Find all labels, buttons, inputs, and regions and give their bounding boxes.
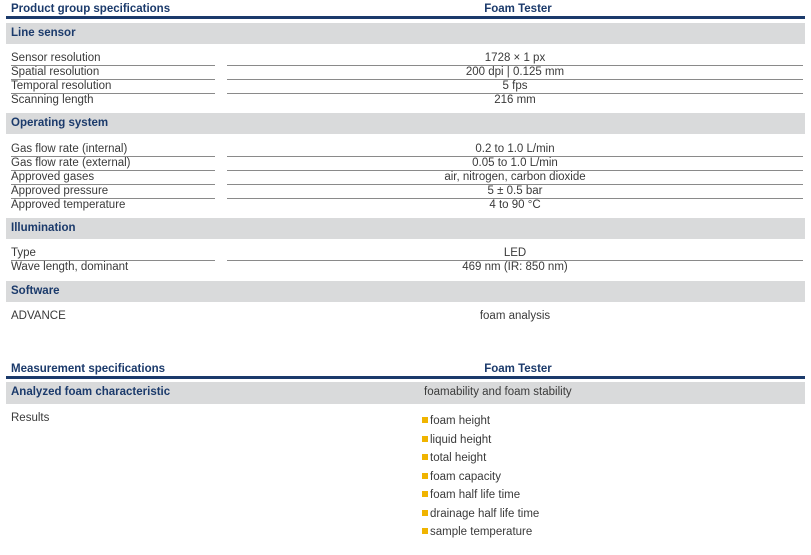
- spec-value: 1728 × 1 px: [227, 52, 803, 66]
- result-text: foam capacity: [430, 470, 501, 483]
- list-item: total height: [422, 451, 539, 470]
- spec-value: foam analysis: [479, 310, 551, 322]
- spec-label: Approved temperature: [11, 199, 126, 211]
- spec-value: air, nitrogen, carbon dioxide: [227, 171, 803, 185]
- section-value: foamability and foam stability: [424, 386, 572, 398]
- measurement-specs-header: Measurement specifications Foam Tester: [6, 362, 805, 379]
- bullet-square-icon: [422, 417, 428, 423]
- product-specs-header: Product group specifications Foam Tester: [6, 2, 805, 19]
- spec-row: Scanning length 216 mm: [6, 94, 805, 108]
- spec-value: 5 fps: [227, 80, 803, 94]
- spec-value: 0.2 to 1.0 L/min: [227, 143, 803, 157]
- spec-value: 216 mm: [494, 94, 536, 106]
- section-title: Illumination: [11, 222, 76, 234]
- spec-label: Gas flow rate (internal): [11, 143, 215, 157]
- spec-label: Approved pressure: [11, 185, 215, 199]
- spec-label: ADVANCE: [11, 310, 66, 322]
- spec-label: Sensor resolution: [11, 52, 215, 66]
- spec-row: Wave length, dominant 469 nm (IR: 850 nm…: [6, 261, 805, 275]
- list-item: drainage half life time: [422, 507, 539, 526]
- section-software: Software: [6, 281, 805, 302]
- section-title: Line sensor: [11, 27, 76, 39]
- bullet-square-icon: [422, 528, 428, 534]
- section-operating-system: Operating system: [6, 113, 805, 134]
- spec-row: Gas flow rate (internal) 0.2 to 1.0 L/mi…: [6, 143, 805, 157]
- spec-row: Spatial resolution 200 dpi | 0.125 mm: [6, 66, 805, 80]
- result-text: foam half life time: [430, 489, 521, 501]
- spec-label: Type: [11, 247, 215, 261]
- section-title: Analyzed foam characteristic: [11, 386, 171, 398]
- spec-row: Type LED: [6, 247, 805, 261]
- product-specs-title: Product group specifications: [11, 3, 171, 15]
- product-column-title: Foam Tester: [484, 3, 552, 15]
- bullet-square-icon: [422, 472, 428, 479]
- spec-sheet: Product group specifications Foam Tester…: [0, 0, 811, 555]
- spec-value: LED: [227, 247, 803, 261]
- measurement-specs-title: Measurement specifications: [11, 363, 166, 375]
- section-title: Operating system: [11, 117, 109, 129]
- spec-value: 469 nm (IR: 850 nm): [462, 261, 568, 273]
- spec-label: Approved gases: [11, 171, 215, 185]
- list-item: foam half life time: [422, 488, 539, 507]
- section-analyzed-foam: Analyzed foam characteristic foamability…: [6, 382, 805, 404]
- list-item: foam height: [422, 414, 539, 433]
- list-item: sample temperature: [422, 525, 539, 544]
- bullet-square-icon: [422, 491, 428, 497]
- spec-label: Spatial resolution: [11, 66, 215, 80]
- spec-row: Temporal resolution 5 fps: [6, 80, 805, 94]
- results-list: foam height liquid height total height f…: [422, 414, 539, 544]
- spec-row: Approved pressure 5 ± 0.5 bar: [6, 185, 805, 199]
- bullet-square-icon: [422, 454, 428, 460]
- spec-label: Scanning length: [11, 94, 94, 106]
- result-text: drainage half life time: [430, 507, 540, 520]
- list-item: foam capacity: [422, 470, 539, 489]
- spec-value: 5 ± 0.5 bar: [227, 185, 803, 199]
- spec-row: Approved temperature 4 to 90 °C: [6, 199, 805, 213]
- list-item: liquid height: [422, 433, 539, 452]
- bullet-square-icon: [422, 435, 428, 442]
- results-label: Results: [11, 412, 50, 424]
- section-illumination: Illumination: [6, 218, 805, 239]
- spec-row: Approved gases air, nitrogen, carbon dio…: [6, 171, 805, 185]
- spec-row: Gas flow rate (external) 0.05 to 1.0 L/m…: [6, 157, 805, 171]
- measurement-column-title: Foam Tester: [484, 363, 552, 375]
- result-text: foam height: [430, 415, 491, 427]
- spec-value: 4 to 90 °C: [489, 199, 541, 211]
- section-line-sensor: Line sensor: [6, 23, 805, 44]
- spec-value: 200 dpi | 0.125 mm: [227, 66, 803, 80]
- result-text: sample temperature: [430, 526, 533, 538]
- section-title: Software: [11, 285, 60, 297]
- result-text: total height: [430, 452, 487, 464]
- spec-row: Sensor resolution 1728 × 1 px: [6, 52, 805, 66]
- result-text: liquid height: [430, 433, 492, 446]
- bullet-square-icon: [422, 509, 428, 516]
- spec-label: Temporal resolution: [11, 80, 215, 94]
- spec-label: Gas flow rate (external): [11, 157, 215, 171]
- spec-value: 0.05 to 1.0 L/min: [227, 157, 803, 171]
- spec-label: Wave length, dominant: [11, 261, 129, 273]
